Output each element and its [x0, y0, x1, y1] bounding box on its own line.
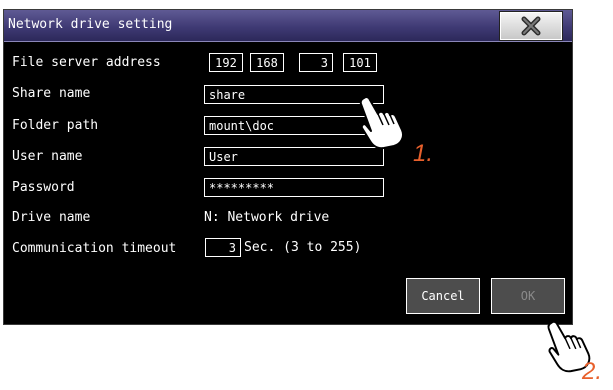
communication-timeout-label: Communication timeout: [12, 241, 177, 256]
step-1-annotation: 1.: [413, 140, 434, 167]
drive-name-label: Drive name: [12, 210, 91, 225]
network-drive-dialog: Network drive setting File server addres…: [3, 9, 573, 325]
folder-path-label: Folder path: [12, 118, 99, 133]
timeout-input[interactable]: 3: [205, 238, 241, 257]
ip-octet-4[interactable]: 101: [343, 53, 377, 72]
drive-name-value: N: Network drive: [204, 210, 330, 225]
file-server-address-label: File server address: [12, 55, 161, 70]
password-label: Password: [12, 180, 75, 195]
ip-octet-3[interactable]: 3: [299, 53, 333, 72]
title-bar: Network drive setting: [4, 10, 572, 42]
share-name-label: Share name: [12, 86, 91, 101]
pointing-hand-icon: [359, 95, 404, 150]
cancel-button[interactable]: Cancel: [406, 278, 480, 314]
user-name-label: User name: [12, 149, 83, 164]
password-input[interactable]: *********: [204, 178, 384, 197]
ip-octet-1[interactable]: 192: [209, 53, 243, 72]
ip-octet-2[interactable]: 168: [250, 53, 284, 72]
close-x-icon: [521, 16, 541, 36]
close-button[interactable]: [500, 12, 562, 40]
timeout-range-hint: Sec. (3 to 255): [244, 240, 362, 255]
step-2-annotation: 2.: [582, 358, 603, 385]
dialog-title: Network drive setting: [8, 17, 173, 32]
ok-button[interactable]: OK: [491, 278, 565, 314]
